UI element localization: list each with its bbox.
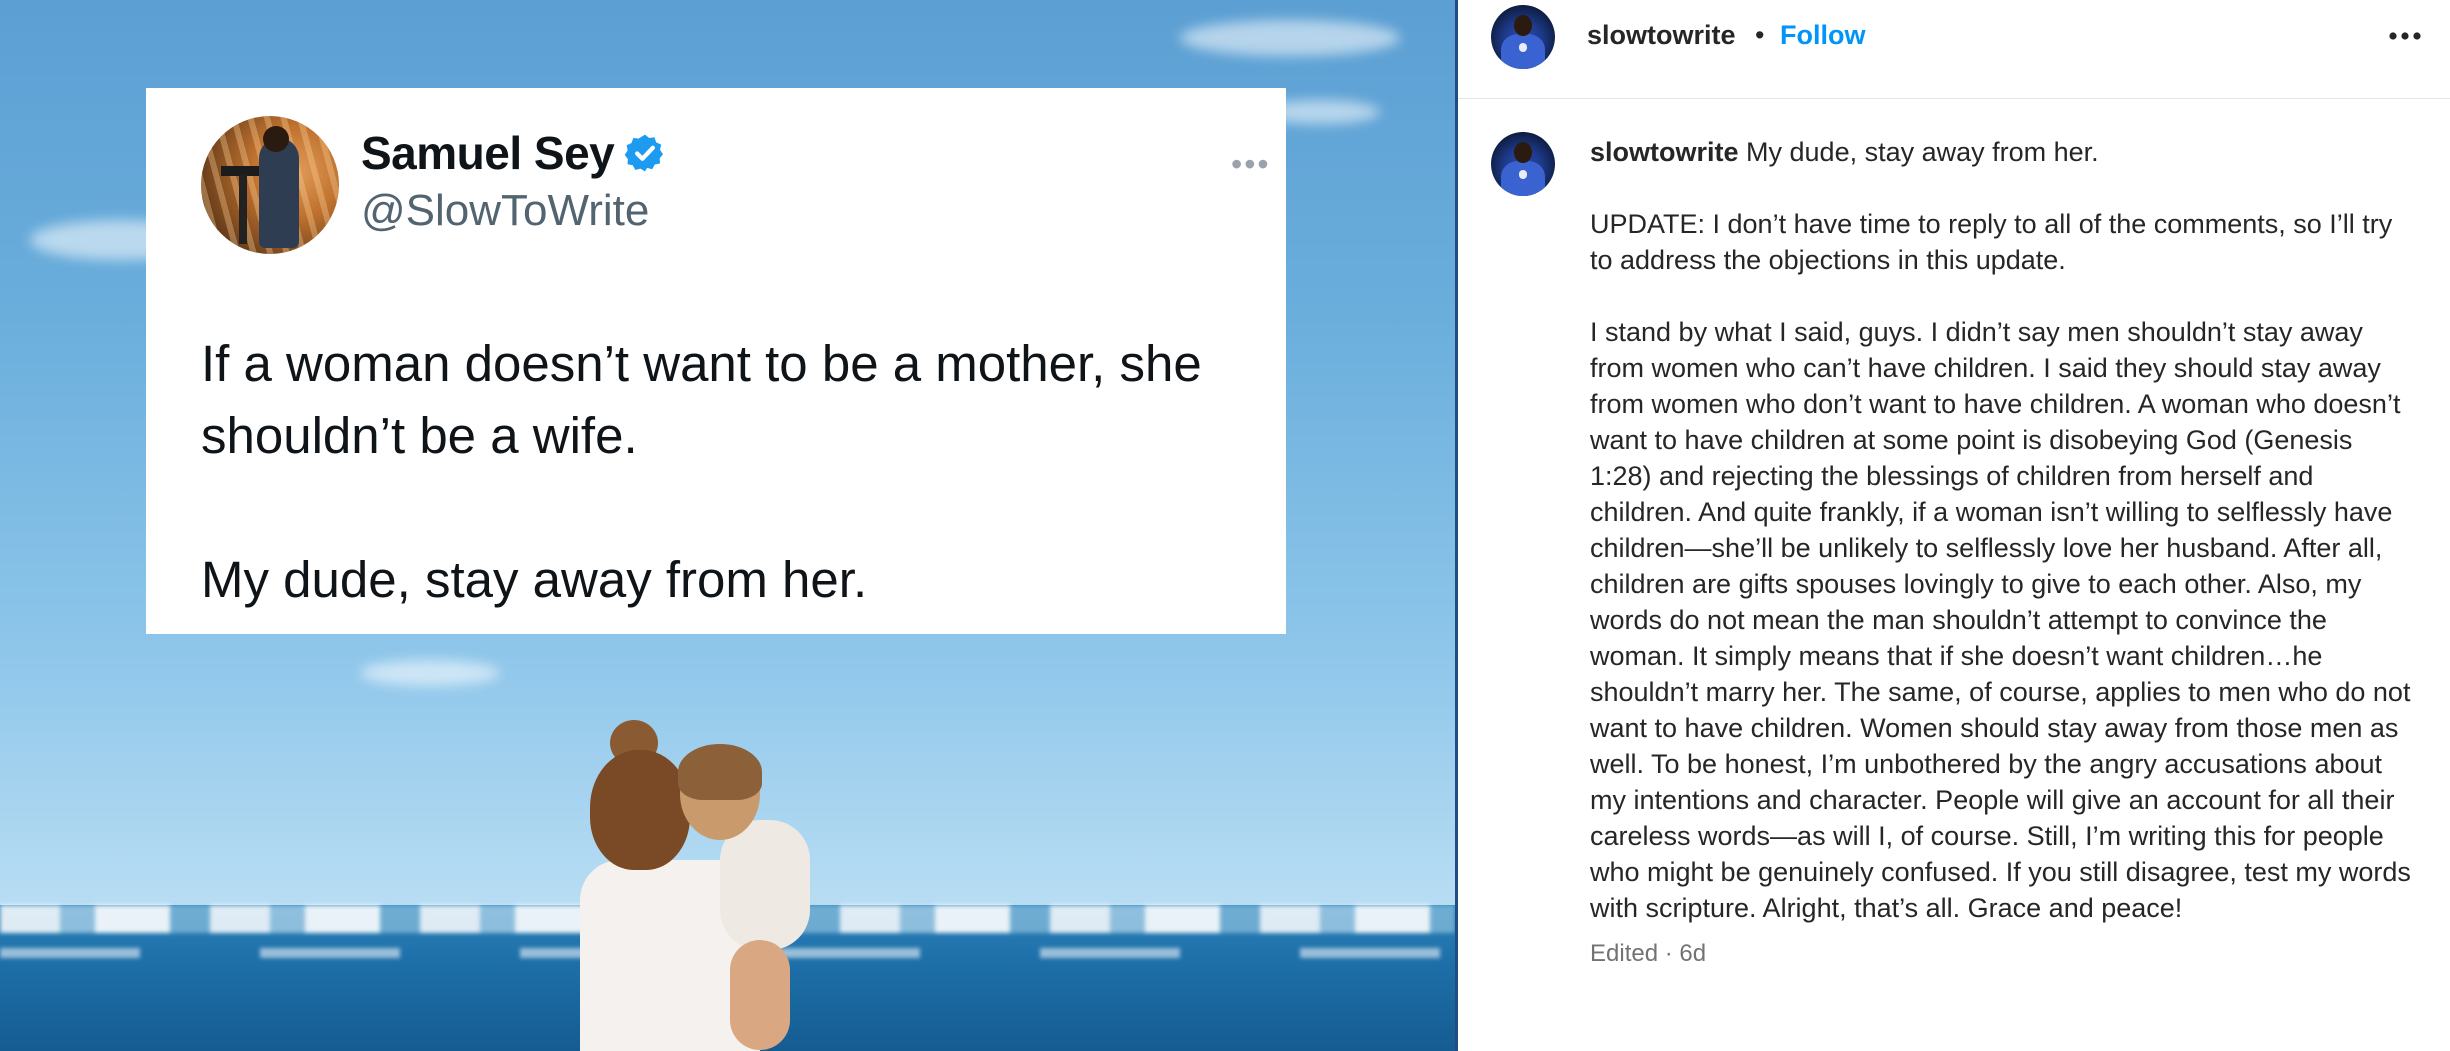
caption-body: slowtowrite My dude, stay away from her.… xyxy=(1590,134,2420,972)
cloud xyxy=(1180,20,1400,56)
more-horizontal-icon: ••• xyxy=(1231,146,1271,182)
author-avatar[interactable] xyxy=(1491,5,1555,69)
caption-paragraph: I stand by what I said, guys. I didn’t s… xyxy=(1590,317,2411,923)
mother-and-child-photo xyxy=(560,720,860,1051)
separator-dot: • xyxy=(1755,20,1765,50)
more-horizontal-icon[interactable] xyxy=(2383,16,2427,56)
follow-button[interactable]: Follow xyxy=(1780,20,1865,51)
caption-username[interactable]: slowtowrite xyxy=(1590,137,1739,167)
caption-first-line: slowtowrite My dude, stay away from her. xyxy=(1590,134,2420,170)
tweet-card: Samuel Sey @SlowToWrite ••• If a woman d… xyxy=(146,88,1286,634)
post-sidebar: slowtowrite • Follow slowtowrite My dude… xyxy=(1458,0,2450,1051)
post-meta-timestamp: Edited · 6d xyxy=(1590,940,1707,967)
post-media[interactable]: Samuel Sey @SlowToWrite ••• If a woman d… xyxy=(0,0,1455,1051)
verified-badge-icon xyxy=(624,134,664,172)
caption-first-text: My dude, stay away from her. xyxy=(1746,137,2099,167)
tweet-name-row: Samuel Sey xyxy=(361,126,666,180)
tweet-avatar xyxy=(201,116,339,254)
cloud xyxy=(360,660,500,686)
caption-update: UPDATE: I don’t have time to reply to al… xyxy=(1590,209,2393,275)
tweet-text: If a woman doesn’t want to be a mother, … xyxy=(201,335,1202,608)
author-username[interactable]: slowtowrite xyxy=(1587,20,1736,51)
tweet-handle: @SlowToWrite xyxy=(361,186,650,235)
post-header: slowtowrite • Follow xyxy=(1458,0,2450,99)
tweet-display-name: Samuel Sey xyxy=(361,127,615,179)
caption-author-avatar[interactable] xyxy=(1491,132,1555,196)
